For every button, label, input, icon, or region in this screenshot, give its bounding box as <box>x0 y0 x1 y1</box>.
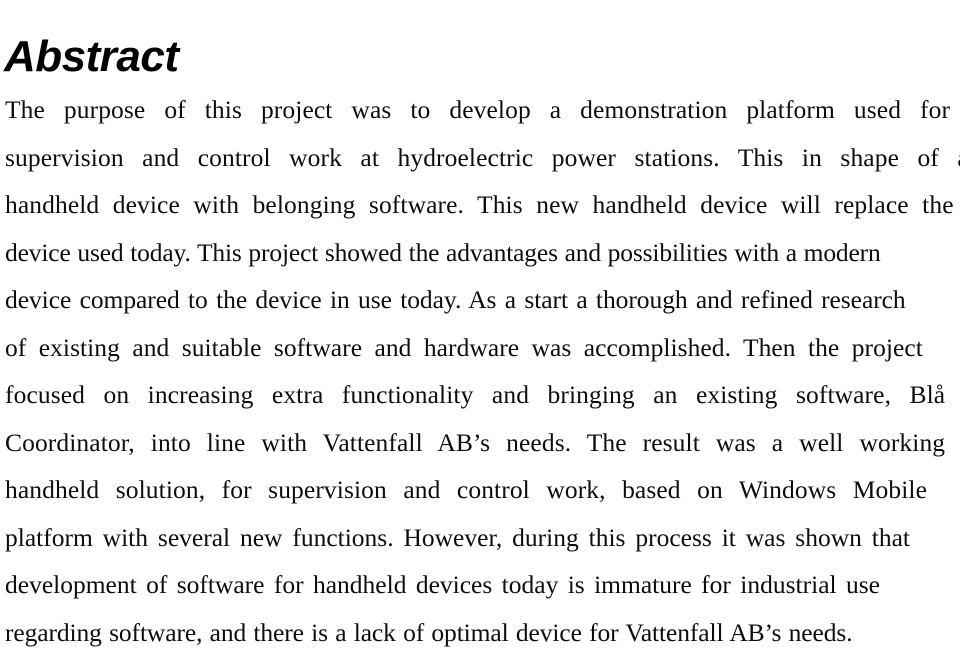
paragraph-line: development of software for handheld dev… <box>5 570 880 599</box>
paragraph-line: handheld device with belonging software.… <box>5 190 954 219</box>
paragraph-line: focused on increasing extra functionalit… <box>5 380 946 409</box>
paragraph-line: of existing and suitable software and ha… <box>5 332 923 362</box>
abstract-paragraph: The purpose of this project was to devel… <box>5 86 960 656</box>
page-title: Abstract <box>4 32 179 82</box>
paragraph-line: Coordinator, into line with Vattenfall A… <box>5 427 946 457</box>
document-page: Abstract The purpose of this project was… <box>0 0 960 657</box>
paragraph-line: regarding software, and there is a lack … <box>5 617 853 647</box>
paragraph-line: platform with several new functions. How… <box>5 522 910 552</box>
paragraph-line: The purpose of this project was to devel… <box>5 95 951 124</box>
paragraph-line: device compared to the device in use tod… <box>5 285 906 314</box>
paragraph-line: handheld solution, for supervision and c… <box>5 475 927 504</box>
paragraph-line: device used today. This project showed t… <box>5 237 881 267</box>
paragraph-line: supervision and control work at hydroele… <box>5 142 960 172</box>
